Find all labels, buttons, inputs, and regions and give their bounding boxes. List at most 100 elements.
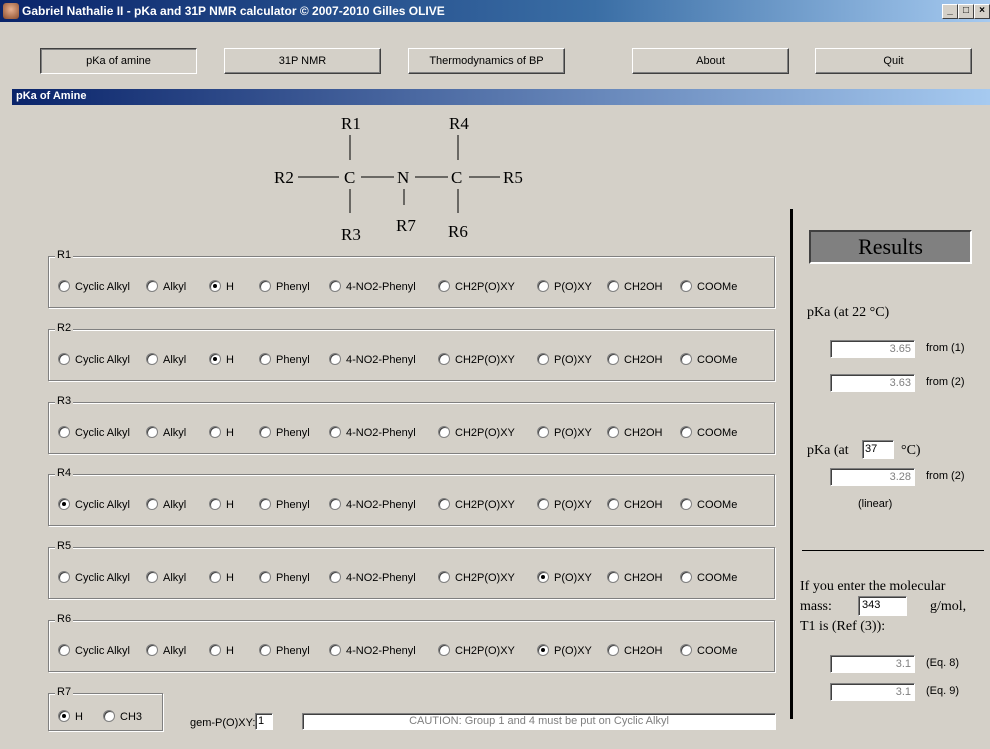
radio-icon[interactable]	[438, 353, 450, 365]
radio-icon[interactable]	[607, 280, 619, 292]
option-cyclic-alkyl[interactable]: Cyclic Alkyl	[58, 644, 130, 657]
tab-31p-nmr[interactable]: 31P NMR	[224, 48, 381, 74]
option-h[interactable]: H	[209, 280, 234, 293]
radio-icon[interactable]	[146, 498, 158, 510]
quit-button[interactable]: Quit	[815, 48, 972, 74]
radio-icon[interactable]	[680, 426, 692, 438]
radio-icon[interactable]	[146, 280, 158, 292]
radio-icon[interactable]	[537, 280, 549, 292]
radio-icon[interactable]	[680, 498, 692, 510]
radio-icon[interactable]	[329, 644, 341, 656]
radio-icon[interactable]	[607, 571, 619, 583]
radio-icon[interactable]	[607, 353, 619, 365]
radio-icon[interactable]	[259, 644, 271, 656]
option-ch2oh[interactable]: CH2OH	[607, 571, 663, 584]
option-h[interactable]: H	[209, 571, 234, 584]
option-p-o-xy[interactable]: P(O)XY	[537, 571, 592, 584]
option-p-o-xy[interactable]: P(O)XY	[537, 426, 592, 439]
close-button[interactable]: ×	[974, 4, 990, 19]
option-alkyl[interactable]: Alkyl	[146, 498, 186, 511]
radio-icon[interactable]	[537, 571, 549, 583]
option-4-no2-phenyl[interactable]: 4-NO2-Phenyl	[329, 426, 416, 439]
radio-icon[interactable]	[680, 353, 692, 365]
option-ch2oh[interactable]: CH2OH	[607, 353, 663, 366]
radio-icon[interactable]	[438, 426, 450, 438]
option-phenyl[interactable]: Phenyl	[259, 426, 310, 439]
option-alkyl[interactable]: Alkyl	[146, 644, 186, 657]
radio-icon[interactable]	[329, 280, 341, 292]
radio-icon[interactable]	[438, 498, 450, 510]
radio-icon[interactable]	[329, 571, 341, 583]
option-ch2p-o-xy[interactable]: CH2P(O)XY	[438, 644, 515, 657]
radio-icon[interactable]	[329, 498, 341, 510]
option-ch2oh[interactable]: CH2OH	[607, 498, 663, 511]
radio-icon[interactable]	[680, 644, 692, 656]
option-coome[interactable]: COOMe	[680, 571, 737, 584]
radio-icon[interactable]	[209, 426, 221, 438]
option-coome[interactable]: COOMe	[680, 353, 737, 366]
radio-icon[interactable]	[209, 571, 221, 583]
option-phenyl[interactable]: Phenyl	[259, 571, 310, 584]
option-phenyl[interactable]: Phenyl	[259, 353, 310, 366]
option-cyclic-alkyl[interactable]: Cyclic Alkyl	[58, 571, 130, 584]
option-h[interactable]: H	[209, 498, 234, 511]
option-4-no2-phenyl[interactable]: 4-NO2-Phenyl	[329, 644, 416, 657]
radio-icon[interactable]	[607, 644, 619, 656]
minimize-button[interactable]: _	[942, 4, 958, 19]
radio-icon[interactable]	[146, 571, 158, 583]
radio-icon[interactable]	[607, 426, 619, 438]
tab-thermodynamics-bp[interactable]: Thermodynamics of BP	[408, 48, 565, 74]
option-4-no2-phenyl[interactable]: 4-NO2-Phenyl	[329, 571, 416, 584]
radio-icon[interactable]	[58, 710, 70, 722]
radio-icon[interactable]	[537, 498, 549, 510]
radio-icon[interactable]	[438, 571, 450, 583]
option-alkyl[interactable]: Alkyl	[146, 353, 186, 366]
option-coome[interactable]: COOMe	[680, 498, 737, 511]
option-ch2p-o-xy[interactable]: CH2P(O)XY	[438, 498, 515, 511]
option-p-o-xy[interactable]: P(O)XY	[537, 498, 592, 511]
radio-icon[interactable]	[58, 353, 70, 365]
gem-input[interactable]: 1	[255, 713, 273, 730]
option-cyclic-alkyl[interactable]: Cyclic Alkyl	[58, 280, 130, 293]
option-p-o-xy[interactable]: P(O)XY	[537, 280, 592, 293]
option-ch2p-o-xy[interactable]: CH2P(O)XY	[438, 353, 515, 366]
tab-pka-of-amine[interactable]: pKa of amine	[40, 48, 197, 74]
radio-icon[interactable]	[259, 353, 271, 365]
option-phenyl[interactable]: Phenyl	[259, 280, 310, 293]
option-ch2oh[interactable]: CH2OH	[607, 426, 663, 439]
option-p-o-xy[interactable]: P(O)XY	[537, 644, 592, 657]
option-coome[interactable]: COOMe	[680, 644, 737, 657]
radio-icon[interactable]	[58, 426, 70, 438]
option-4-no2-phenyl[interactable]: 4-NO2-Phenyl	[329, 353, 416, 366]
radio-icon[interactable]	[259, 426, 271, 438]
mass-input[interactable]: 343	[858, 596, 907, 616]
about-button[interactable]: About	[632, 48, 789, 74]
option-phenyl[interactable]: Phenyl	[259, 644, 310, 657]
radio-icon[interactable]	[58, 498, 70, 510]
radio-icon[interactable]	[146, 426, 158, 438]
radio-icon[interactable]	[259, 498, 271, 510]
radio-icon[interactable]	[58, 571, 70, 583]
maximize-button[interactable]: □	[958, 4, 974, 19]
option-4-no2-phenyl[interactable]: 4-NO2-Phenyl	[329, 498, 416, 511]
radio-icon[interactable]	[537, 644, 549, 656]
radio-icon[interactable]	[146, 353, 158, 365]
option-alkyl[interactable]: Alkyl	[146, 280, 186, 293]
radio-icon[interactable]	[438, 644, 450, 656]
radio-icon[interactable]	[103, 710, 115, 722]
option-coome[interactable]: COOMe	[680, 426, 737, 439]
option-ch2oh[interactable]: CH2OH	[607, 280, 663, 293]
radio-icon[interactable]	[259, 571, 271, 583]
option-cyclic-alkyl[interactable]: Cyclic Alkyl	[58, 353, 130, 366]
radio-icon[interactable]	[607, 498, 619, 510]
radio-icon[interactable]	[146, 644, 158, 656]
option-h[interactable]: H	[209, 353, 234, 366]
radio-icon[interactable]	[537, 426, 549, 438]
radio-icon[interactable]	[209, 644, 221, 656]
option-ch2p-o-xy[interactable]: CH2P(O)XY	[438, 280, 515, 293]
radio-icon[interactable]	[58, 644, 70, 656]
option-p-o-xy[interactable]: P(O)XY	[537, 353, 592, 366]
radio-icon[interactable]	[680, 280, 692, 292]
option-ch2oh[interactable]: CH2OH	[607, 644, 663, 657]
radio-icon[interactable]	[537, 353, 549, 365]
